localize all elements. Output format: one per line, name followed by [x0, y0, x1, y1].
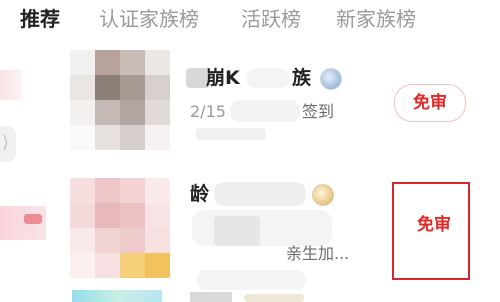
- info-mosaic-dark: [214, 216, 260, 246]
- name-mosaic: [244, 294, 304, 302]
- family-list-item[interactable]: 龄 亲生加... 免审: [0, 172, 500, 302]
- tab-recommended[interactable]: 推荐: [20, 6, 60, 32]
- diamond-badge-icon: [320, 68, 342, 90]
- tab-new-family-rank[interactable]: 新家族榜: [336, 6, 416, 32]
- info-mosaic: [192, 210, 332, 246]
- crest-badge-icon: [312, 184, 334, 206]
- family-name-suffix: 族: [292, 67, 312, 89]
- name-mosaic: [190, 292, 232, 302]
- member-count-fragment: 2/15: [190, 102, 226, 121]
- family-avatar: [72, 290, 162, 302]
- exempt-review-button[interactable]: 免审: [398, 206, 470, 244]
- tag-blur: [196, 128, 266, 140]
- tab-verified-family-rank[interactable]: 认证家族榜: [99, 6, 199, 32]
- family-name-fragment: 崩K: [206, 67, 240, 89]
- exempt-review-button[interactable]: 免审: [394, 84, 466, 122]
- tab-active-rank[interactable]: 活跃榜: [241, 6, 301, 32]
- family-avatar: [70, 50, 170, 150]
- family-list-item-partial[interactable]: [0, 290, 500, 302]
- family-description-fragment: 亲生加...: [286, 244, 350, 263]
- category-tabs: 推荐 认证家族榜 活跃榜 新家族榜: [0, 0, 500, 40]
- name-mosaic: [246, 68, 290, 88]
- family-list-screen: 推荐 认证家族榜 活跃榜 新家族榜 ⟩ 崩K 族 2/15 签到 免审 龄 亲生…: [0, 0, 500, 302]
- checkin-text: 签到: [302, 102, 335, 121]
- tag-mosaic: [196, 270, 306, 290]
- family-avatar: [70, 178, 170, 278]
- name-mosaic: [214, 182, 306, 206]
- family-list-item[interactable]: 崩K 族 2/15 签到 免审: [0, 46, 500, 170]
- family-name-fragment: 龄: [190, 183, 210, 205]
- info-mosaic: [230, 100, 300, 122]
